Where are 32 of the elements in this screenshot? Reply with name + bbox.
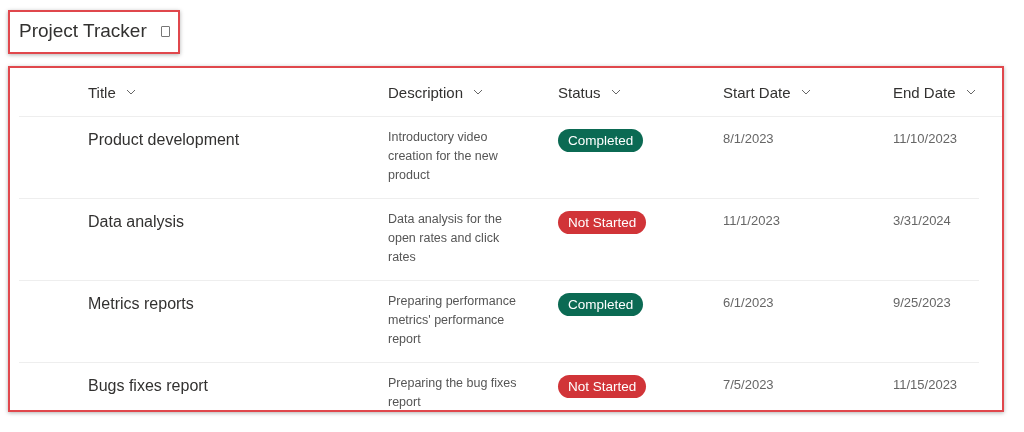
status-badge: Completed <box>558 293 644 316</box>
table-cell-text: 11/15/2023 <box>893 376 959 392</box>
column-header[interactable]: Description <box>388 83 558 101</box>
table-cell-text: Preparing performance metrics' performance report <box>388 293 517 348</box>
status-badge: Not Started <box>558 375 647 398</box>
table-cell-text: 11/1/2023 <box>723 212 781 228</box>
table-cell-text: 7/5/2023 <box>723 376 775 392</box>
chevron-down-icon <box>965 89 976 95</box>
column-header[interactable]: End Date <box>893 83 1002 101</box>
table-cell-text: Bugs fixes report <box>88 376 210 395</box>
table-cell-text: Data analysis for the open rates and click rates <box>388 211 503 266</box>
table-cell-text: Metrics reports <box>88 294 195 313</box>
chevron-down-icon <box>800 89 811 95</box>
table-cell-text: 9/25/2023 <box>893 294 952 310</box>
square-icon <box>160 25 170 37</box>
table-cell-text: 6/1/2023 <box>723 294 775 310</box>
column-header[interactable]: Status <box>558 83 723 101</box>
status-badge: Not Started <box>558 211 647 234</box>
table-cell-text: 8/1/2023 <box>723 130 775 146</box>
table-cell-text: Data analysis <box>88 212 186 231</box>
column-header[interactable]: Start Date <box>723 83 893 101</box>
table-cell-text: 11/10/2023 <box>893 130 959 146</box>
chevron-down-icon <box>610 89 621 95</box>
table-cell-text: Preparing the bug fixes report <box>388 375 518 410</box>
chevron-down-icon <box>473 89 484 95</box>
chevron-down-icon <box>125 89 136 95</box>
table-cell-text: Introductory video creation for the new product <box>388 129 499 184</box>
column-header[interactable]: Title <box>88 83 388 101</box>
table-cell-text: 3/31/2024 <box>893 212 952 228</box>
list-title: Project Tracker <box>19 20 147 42</box>
status-badge: Completed <box>558 129 644 152</box>
table-cell-text: Product development <box>88 130 241 149</box>
